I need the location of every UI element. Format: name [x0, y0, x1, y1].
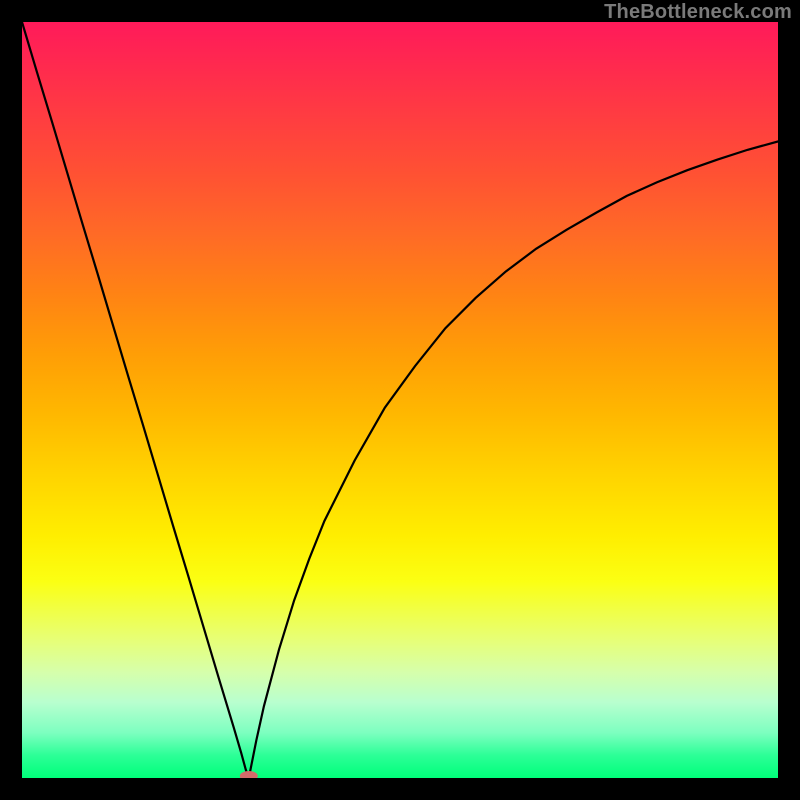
chart-frame: TheBottleneck.com — [0, 0, 800, 800]
watermark-text: TheBottleneck.com — [604, 1, 792, 24]
minimum-marker — [240, 771, 258, 778]
curve-right-branch — [249, 141, 778, 778]
curve-left-branch — [22, 22, 249, 778]
chart-svg — [22, 22, 778, 778]
